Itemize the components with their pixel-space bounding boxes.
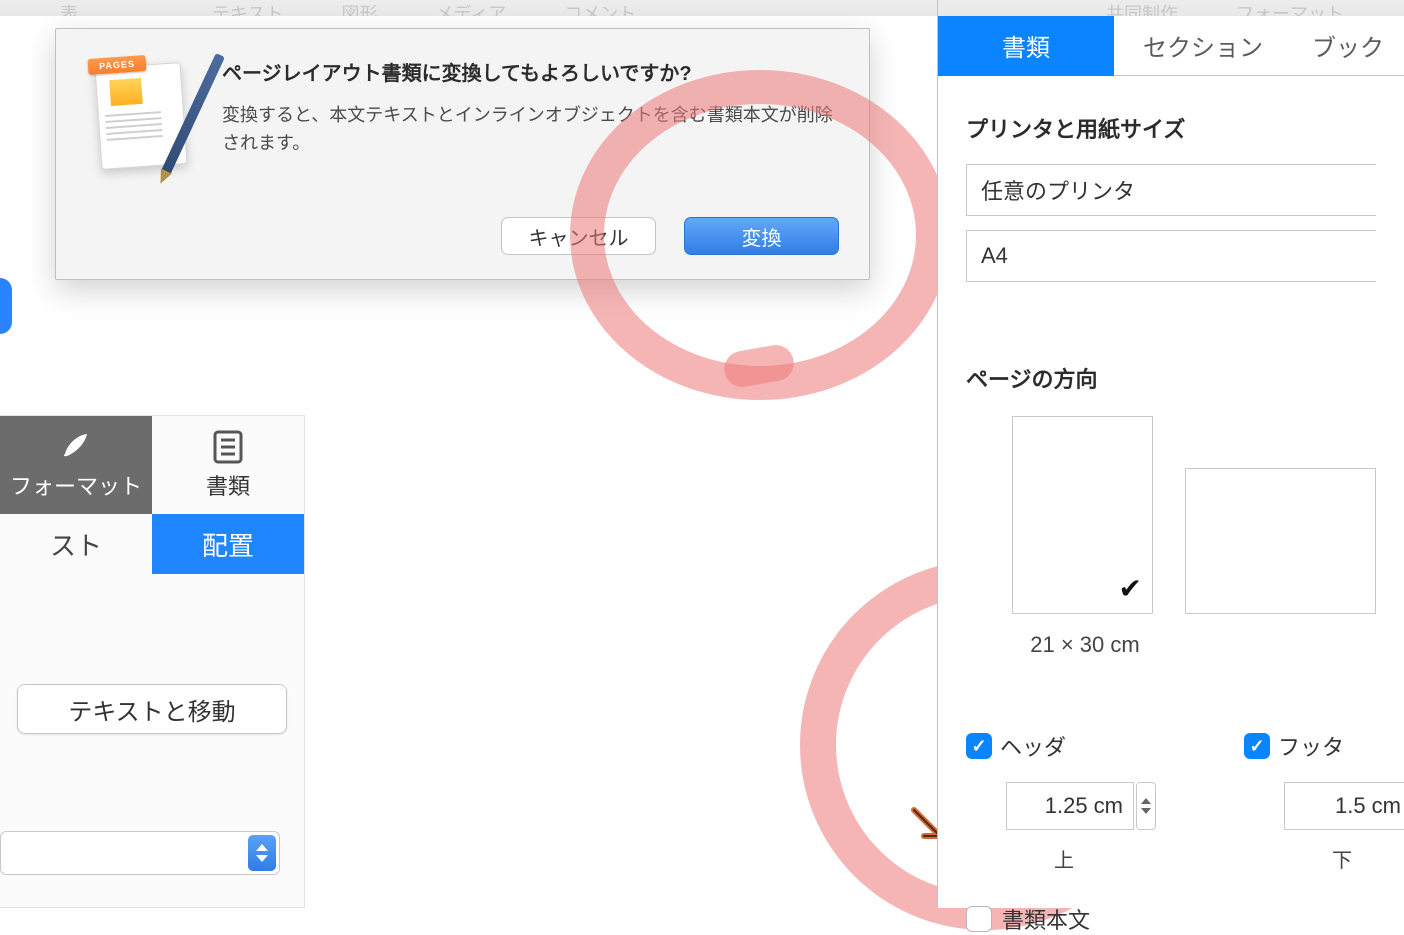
footer-checkbox[interactable]: ✓ [1244, 733, 1270, 759]
convert-dialog: PAGES ページレイアウト書類に変換してもよろしいですか? 変換すると、本文テ… [55, 28, 870, 280]
document-toolbar-button[interactable]: 書類 [152, 416, 304, 514]
selection-handle[interactable] [0, 278, 12, 334]
menubar: 表 テキスト 図形 メディア コメント 共同制作 フォーマット [0, 0, 1404, 16]
tab-arrange[interactable]: 配置 [152, 514, 304, 574]
document-label: 書類 [206, 469, 250, 501]
stepper-icon[interactable] [248, 835, 276, 871]
menu-item[interactable]: 共同制作 [1106, 0, 1178, 16]
bottom-label: 下 [1332, 844, 1352, 873]
dialog-title: ページレイアウト書類に変換してもよろしいですか? [222, 57, 839, 86]
document-icon [211, 430, 245, 464]
orientation-caption: 21 × 30 cm [1012, 632, 1158, 658]
inspector-panel: 書類 セクション ブック プリンタと用紙サイズ 任意のプリンタ A4 ページの方… [938, 16, 1404, 908]
tab-book[interactable]: ブック [1292, 16, 1404, 76]
menu-item[interactable] [136, 0, 154, 16]
footer-margin-input[interactable]: 1.5 cm [1284, 782, 1404, 830]
header-checkbox[interactable]: ✓ [966, 733, 992, 759]
menu-item[interactable]: 図形 [341, 0, 377, 16]
menu-item[interactable]: フォーマット [1236, 0, 1344, 16]
cancel-button[interactable]: キャンセル [501, 217, 656, 255]
paper-size-select[interactable]: A4 [966, 230, 1376, 282]
orientation-portrait[interactable]: ✔ [1012, 416, 1153, 614]
section-title-orientation: ページの方向 [966, 362, 1376, 394]
header-margin-input[interactable]: 1.25 cm [1006, 782, 1134, 830]
top-label: 上 [1054, 844, 1074, 873]
header-label: ヘッダ [1000, 730, 1066, 762]
tab-text[interactable]: スト [0, 514, 152, 574]
format-toolbar-button[interactable]: フォーマット [0, 416, 152, 514]
pages-app-icon: PAGES [88, 55, 196, 163]
section-title-printer: プリンタと用紙サイズ [966, 112, 1376, 144]
footer-label: フッタ [1278, 730, 1344, 762]
palette-select[interactable] [0, 831, 280, 875]
menu-item[interactable]: テキスト [212, 0, 283, 16]
stepper-icon[interactable] [1136, 782, 1156, 830]
tab-document[interactable]: 書類 [938, 16, 1114, 76]
tab-section[interactable]: セクション [1114, 16, 1292, 76]
dialog-message: 変換すると、本文テキストとインラインオブジェクトを含む書類本文が削除されます。 [222, 102, 839, 158]
move-with-text-button[interactable]: テキストと移動 [17, 684, 287, 734]
printer-select[interactable]: 任意のプリンタ [966, 164, 1376, 216]
menu-item[interactable]: 表 [60, 0, 78, 16]
brush-icon [59, 430, 93, 464]
convert-button[interactable]: 変換 [684, 217, 839, 255]
orientation-landscape[interactable] [1185, 468, 1376, 614]
menu-item[interactable]: コメント [564, 0, 636, 16]
menu-item[interactable]: メディア [435, 0, 506, 16]
body-text-checkbox[interactable]: ✓ [966, 906, 992, 932]
format-label: フォーマット [10, 469, 142, 501]
check-icon: ✔ [1118, 572, 1141, 605]
format-palette: フォーマット 書類 スト 配置 テキストと移動 [0, 415, 305, 908]
